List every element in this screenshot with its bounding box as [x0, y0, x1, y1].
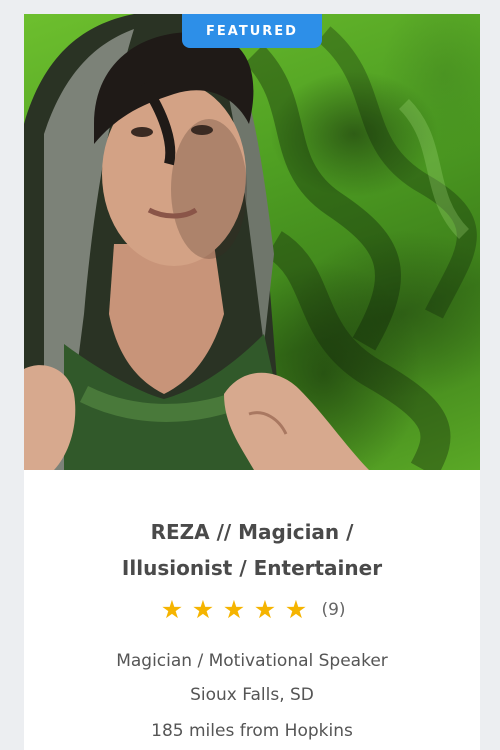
star-icon: ★ — [222, 595, 246, 624]
performer-card[interactable]: FEATURED REZA // Magician / Illusionist … — [24, 14, 480, 750]
title-line-2[interactable]: Illusionist / Entertainer — [24, 550, 480, 586]
performer-distance: 185 miles from Hopkins — [151, 721, 353, 741]
review-count: (9) — [321, 600, 346, 620]
performer-title[interactable]: REZA // Magician / Illusionist / Enterta… — [24, 514, 480, 586]
performer-category: Magician / Motivational Speaker — [116, 651, 388, 671]
performer-photo[interactable]: FEATURED — [24, 14, 480, 470]
star-icon: ★ — [191, 595, 215, 624]
performer-location: Sioux Falls, SD — [190, 685, 314, 705]
rating: ★ ★ ★ ★ ★ (9) — [24, 596, 480, 624]
star-icon: ★ — [284, 595, 308, 624]
featured-badge: FEATURED — [182, 14, 322, 48]
performer-illustration — [24, 14, 477, 470]
title-line-1[interactable]: REZA // Magician / — [24, 514, 480, 550]
star-icon: ★ — [160, 595, 184, 624]
star-icon: ★ — [253, 595, 277, 624]
